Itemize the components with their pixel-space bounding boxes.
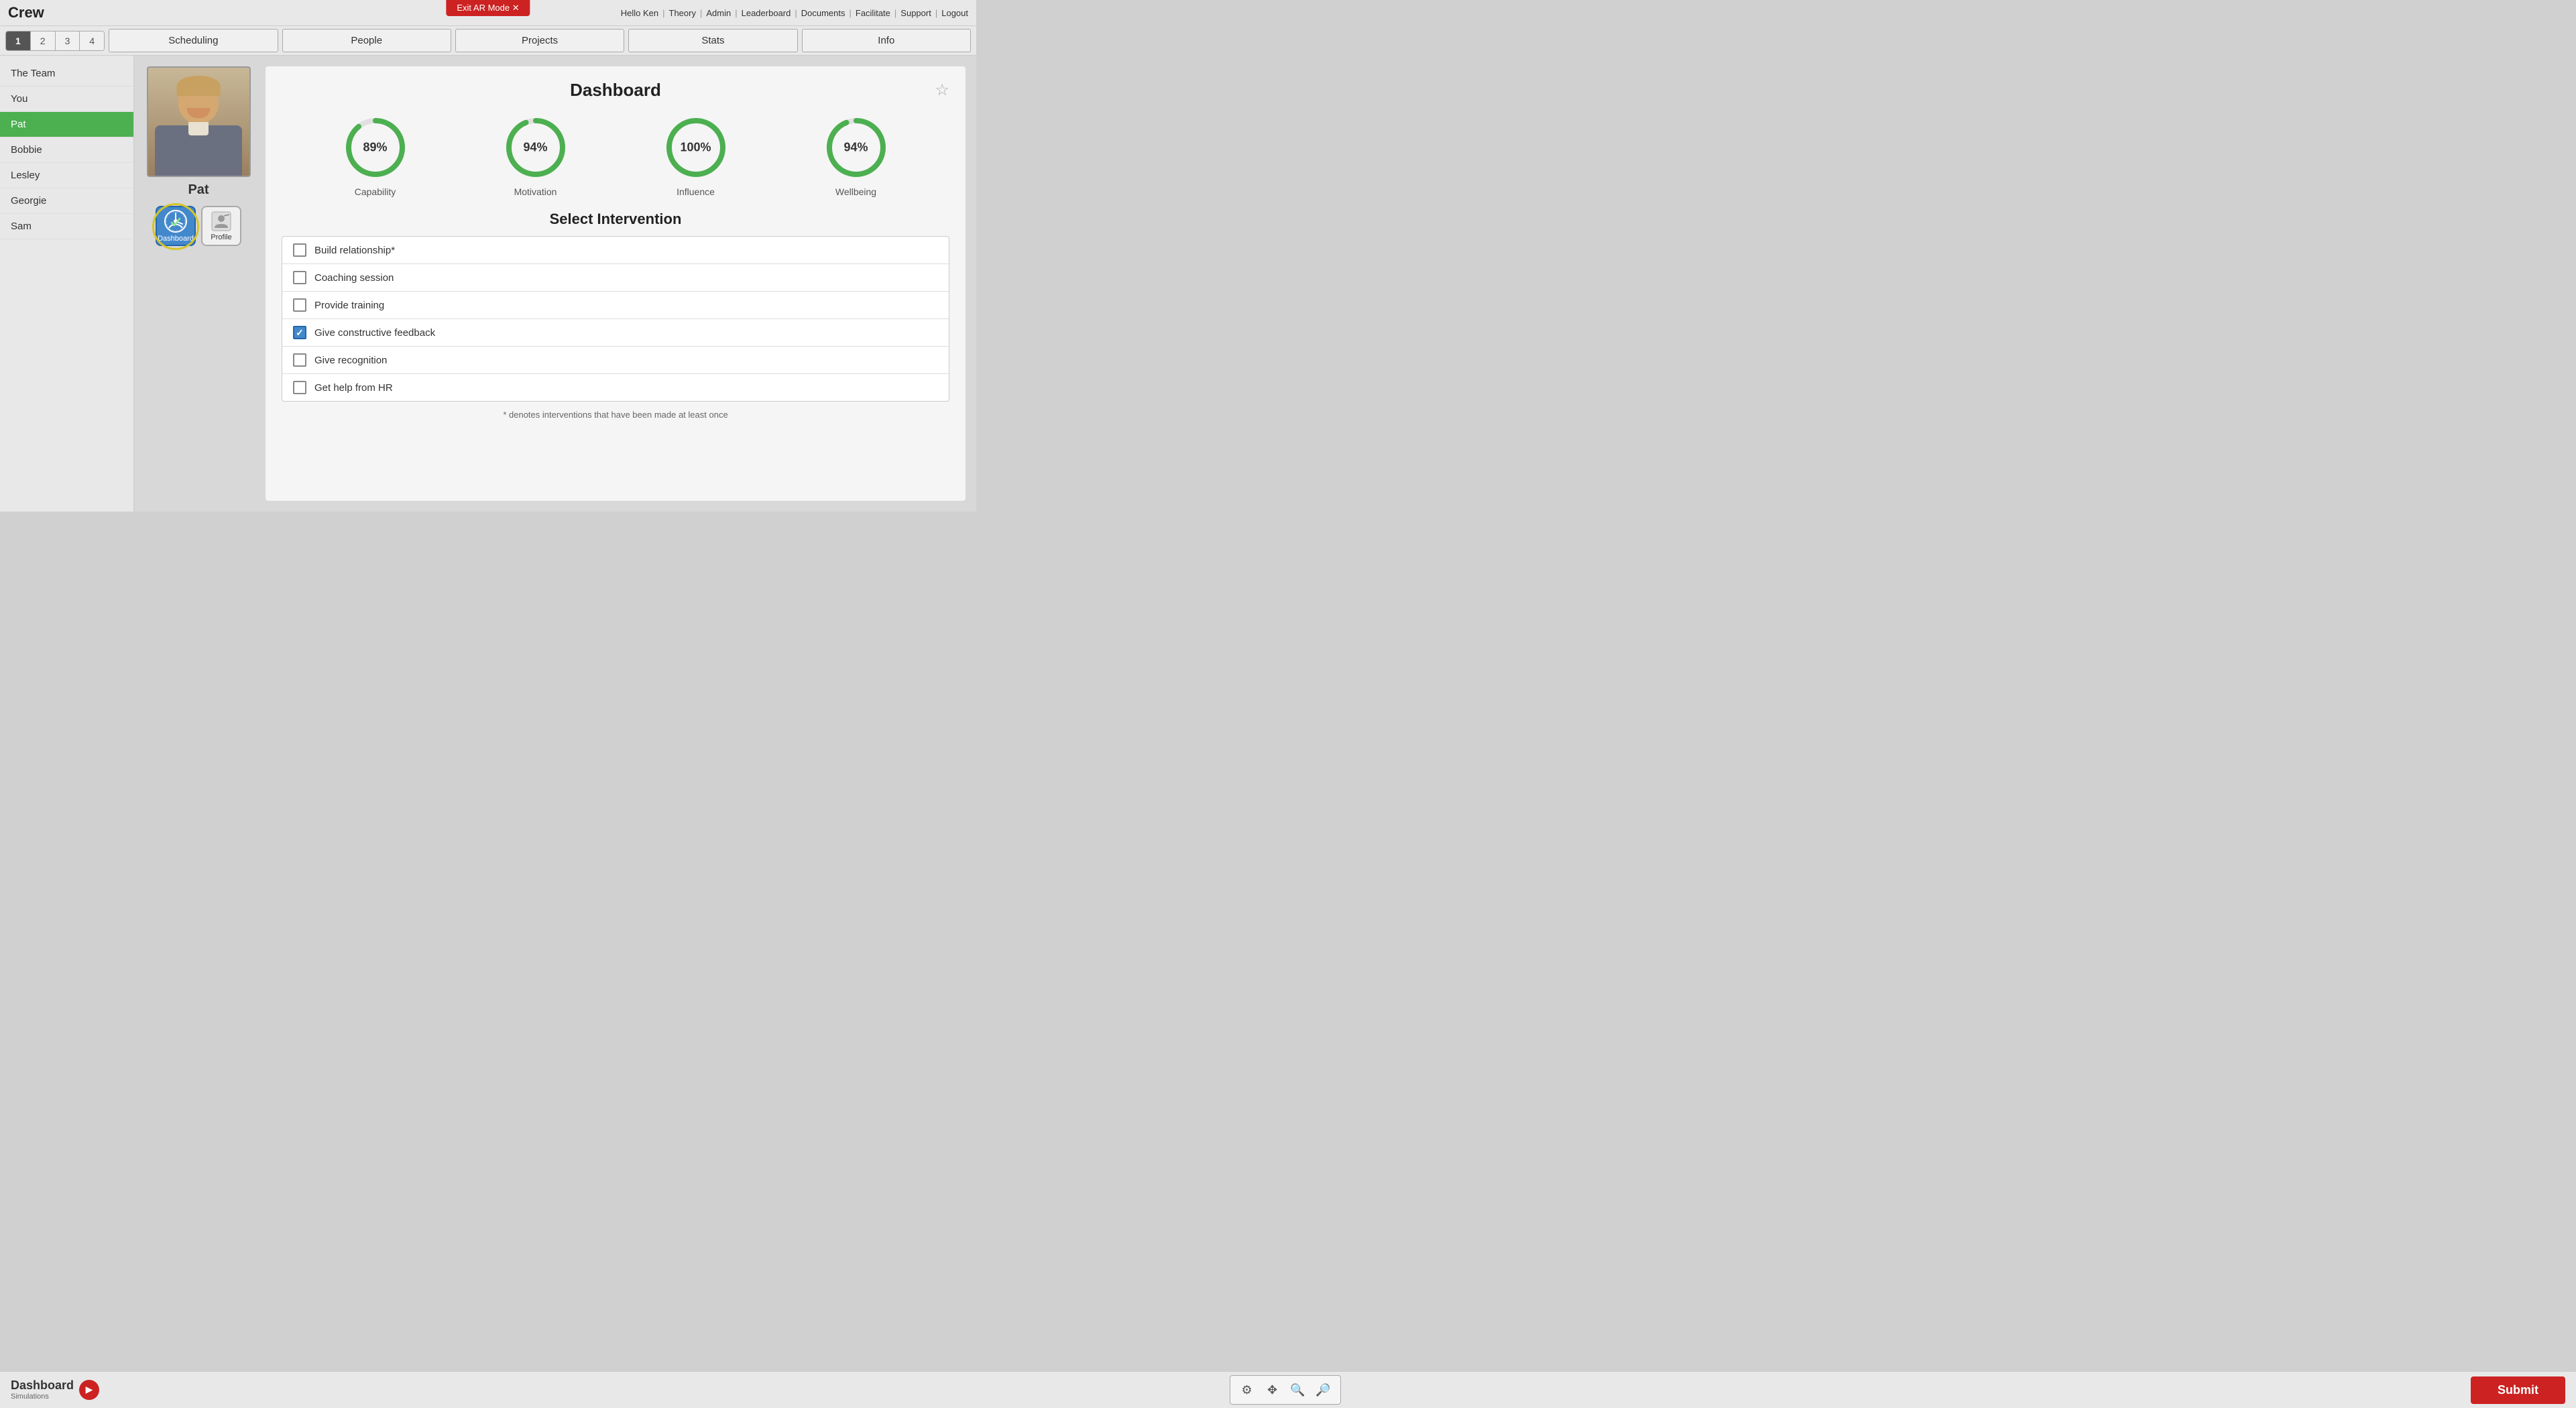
metric-influence: 100% Influence xyxy=(662,114,729,197)
list-item: Build relationship* xyxy=(282,237,949,264)
intervention-label-get-help-hr: Get help from HR xyxy=(314,382,393,394)
bottom-bar: Dashboard Simulations ▶ ⚙ ✥ 🔍 🔎 Submit xyxy=(0,1371,2576,1408)
content-area: Pat Dashboard xyxy=(134,56,976,512)
profile-icon-btn[interactable]: Profile xyxy=(201,206,241,246)
nav-scheduling[interactable]: Scheduling xyxy=(109,29,278,52)
person-photo xyxy=(147,66,251,177)
footnote: * denotes interventions that have been m… xyxy=(282,410,949,420)
nav-people[interactable]: People xyxy=(282,29,451,52)
sidebar-item-lesley[interactable]: Lesley xyxy=(0,163,133,188)
influence-circle: 100% xyxy=(662,114,729,181)
nav-facilitate[interactable]: Facilitate xyxy=(856,8,890,18)
person-action-icons: Dashboard Profile xyxy=(156,206,241,246)
nav-theory[interactable]: Theory xyxy=(669,8,696,18)
wellbeing-label: Wellbeing xyxy=(835,186,876,197)
move-tool-button[interactable]: ✥ xyxy=(1261,1378,1284,1401)
influence-value: 100% xyxy=(680,141,711,155)
step-tab-1[interactable]: 1 xyxy=(6,32,31,50)
dashboard-icon-btn[interactable]: Dashboard xyxy=(156,206,196,246)
nav-documents[interactable]: Documents xyxy=(801,8,845,18)
nav-admin[interactable]: Admin xyxy=(706,8,731,18)
step-tab-4[interactable]: 4 xyxy=(80,32,104,50)
profile-svg-icon xyxy=(211,211,232,232)
intervention-label-coaching-session: Coaching session xyxy=(314,272,394,284)
metrics-row: 89% Capability 94% Motivation xyxy=(282,114,949,197)
sidebar-item-you[interactable]: You xyxy=(0,86,133,112)
dashboard-icon-label: Dashboard xyxy=(158,235,194,243)
main-layout: The Team You Pat Bobbie Lesley Georgie S… xyxy=(0,56,976,512)
zoom-in-button[interactable]: 🔍 xyxy=(1287,1378,1309,1401)
bottom-tools: ⚙ ✥ 🔍 🔎 xyxy=(1230,1375,1341,1405)
dashboard-panel: Dashboard ☆ 89% Capability xyxy=(266,66,965,501)
metric-wellbeing: 94% Wellbeing xyxy=(823,114,890,197)
star-icon[interactable]: ☆ xyxy=(935,80,949,100)
list-item: Give recognition xyxy=(282,347,949,374)
bottom-logo: Dashboard Simulations ▶ xyxy=(11,1379,99,1401)
logo-text-line1: Dashboard xyxy=(11,1379,74,1393)
step-tab-2[interactable]: 2 xyxy=(31,32,56,50)
greeting: Hello Ken xyxy=(621,8,658,18)
exit-ar-button[interactable]: Exit AR Mode ✕ xyxy=(446,0,530,16)
wellbeing-value: 94% xyxy=(843,141,868,155)
dashboard-header: Dashboard ☆ xyxy=(282,80,949,101)
person-panel: Pat Dashboard xyxy=(145,66,252,501)
step-tab-3[interactable]: 3 xyxy=(56,32,80,50)
wellbeing-circle: 94% xyxy=(823,114,890,181)
checkbox-give-recognition[interactable] xyxy=(293,353,306,367)
zoom-out-button[interactable]: 🔎 xyxy=(1312,1378,1335,1401)
top-navigation: Hello Ken | Theory | Admin | Leaderboard… xyxy=(621,8,968,18)
nav-stats[interactable]: Stats xyxy=(628,29,797,52)
capability-circle: 89% xyxy=(342,114,409,181)
dashboard-title: Dashboard xyxy=(504,80,727,101)
app-title: Crew xyxy=(8,4,44,21)
dashboard-svg-icon xyxy=(164,209,188,233)
nav-logout[interactable]: Logout xyxy=(941,8,968,18)
list-item: Coaching session xyxy=(282,264,949,292)
intervention-list: Build relationship* Coaching session Pro… xyxy=(282,236,949,402)
metric-capability: 89% Capability xyxy=(342,114,409,197)
nav-projects[interactable]: Projects xyxy=(455,29,624,52)
submit-button[interactable]: Submit xyxy=(2471,1376,2565,1404)
sidebar-item-georgie[interactable]: Georgie xyxy=(0,188,133,214)
person-name: Pat xyxy=(188,182,209,198)
sidebar-item-bobbie[interactable]: Bobbie xyxy=(0,137,133,163)
gear-tool-button[interactable]: ⚙ xyxy=(1236,1378,1258,1401)
list-item: Get help from HR xyxy=(282,374,949,401)
checkbox-get-help-hr[interactable] xyxy=(293,381,306,394)
intervention-title: Select Intervention xyxy=(282,211,949,228)
motivation-label: Motivation xyxy=(514,186,557,197)
nav-support[interactable]: Support xyxy=(900,8,931,18)
checkbox-build-relationship[interactable] xyxy=(293,243,306,257)
checkbox-coaching-session[interactable] xyxy=(293,271,306,284)
influence-label: Influence xyxy=(677,186,715,197)
logo-icon: ▶ xyxy=(79,1380,99,1400)
intervention-label-provide-training: Provide training xyxy=(314,300,384,311)
nav-info[interactable]: Info xyxy=(802,29,971,52)
intervention-label-constructive-feedback: Give constructive feedback xyxy=(314,327,435,339)
profile-icon-label: Profile xyxy=(211,233,231,241)
motivation-value: 94% xyxy=(523,141,547,155)
sidebar: The Team You Pat Bobbie Lesley Georgie S… xyxy=(0,56,134,512)
sidebar-item-the-team[interactable]: The Team xyxy=(0,61,133,86)
metric-motivation: 94% Motivation xyxy=(502,114,569,197)
checkbox-constructive-feedback[interactable] xyxy=(293,326,306,339)
motivation-circle: 94% xyxy=(502,114,569,181)
capability-label: Capability xyxy=(355,186,396,197)
intervention-label-build-relationship: Build relationship* xyxy=(314,245,395,256)
list-item: Provide training xyxy=(282,292,949,319)
intervention-section: Select Intervention Build relationship* … xyxy=(282,211,949,420)
logo-text-line2: Simulations xyxy=(11,1393,74,1401)
nav-tabs-row: 1 2 3 4 Scheduling People Projects Stats… xyxy=(0,26,976,56)
nav-leaderboard[interactable]: Leaderboard xyxy=(742,8,791,18)
list-item: Give constructive feedback xyxy=(282,319,949,347)
capability-value: 89% xyxy=(363,141,387,155)
checkbox-provide-training[interactable] xyxy=(293,298,306,312)
sidebar-item-pat[interactable]: Pat xyxy=(0,112,133,137)
sidebar-item-sam[interactable]: Sam xyxy=(0,214,133,239)
intervention-label-give-recognition: Give recognition xyxy=(314,355,387,366)
step-tabs: 1 2 3 4 xyxy=(5,31,105,51)
